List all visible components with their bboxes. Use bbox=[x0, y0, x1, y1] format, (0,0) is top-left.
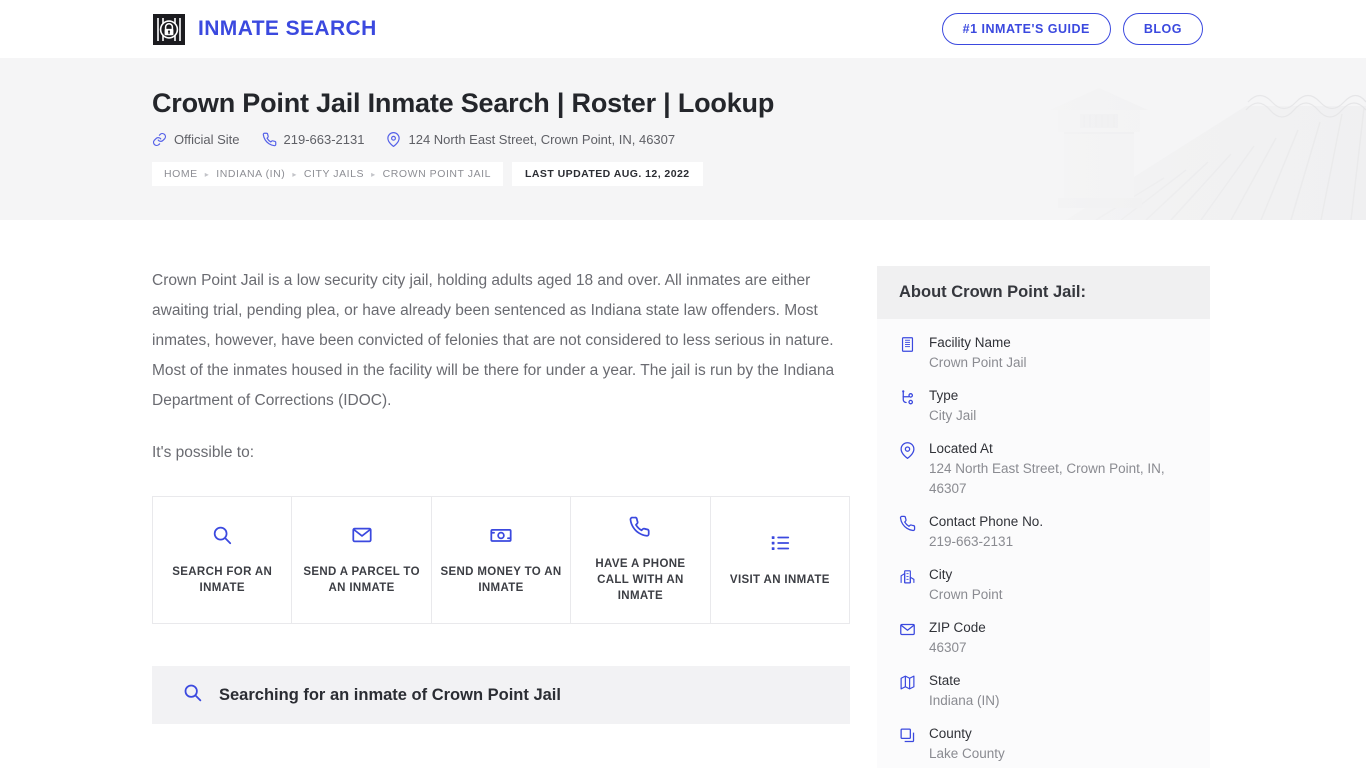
brand-logo[interactable]: INMATE SEARCH bbox=[152, 13, 377, 46]
content-area: Crown Point Jail is a low security city … bbox=[0, 220, 1366, 768]
phone-call-icon bbox=[629, 516, 651, 543]
blog-button[interactable]: BLOG bbox=[1122, 12, 1203, 46]
sidebar-label: City bbox=[929, 567, 953, 582]
action-label: VISIT AN INMATE bbox=[729, 574, 830, 586]
sidebar-value: 219-663-2131 bbox=[929, 534, 1014, 549]
page-title: Crown Point Jail Inmate Search | Roster … bbox=[152, 88, 775, 118]
hero-address: 124 North East Street, Crown Point, IN, … bbox=[386, 132, 675, 147]
phone-icon bbox=[262, 132, 277, 147]
search-icon bbox=[182, 682, 203, 708]
breadcrumb-item-crown-point-jail: CROWN POINT JAIL bbox=[382, 168, 492, 181]
sidebar-label: Located At bbox=[929, 441, 993, 456]
building-icon bbox=[899, 333, 917, 373]
action-phone-call[interactable]: HAVE A PHONE CALL WITH AN INMATE bbox=[571, 497, 711, 623]
action-label: HAVE A PHONE CALL WITH AN INMATE bbox=[595, 558, 686, 602]
action-visit-an-inmate[interactable]: VISIT AN INMATE bbox=[711, 497, 849, 623]
header-actions: #1 INMATE'S GUIDE BLOG bbox=[941, 12, 1203, 46]
sidebar-title: About Crown Point Jail: bbox=[877, 266, 1210, 319]
inmates-guide-button[interactable]: #1 INMATE'S GUIDE bbox=[941, 12, 1111, 46]
sidebar-label: County bbox=[929, 726, 972, 741]
chevron-right-icon: ▸ bbox=[292, 169, 297, 179]
hero-address-label: 124 North East Street, Crown Point, IN, … bbox=[408, 132, 676, 148]
envelope-icon bbox=[899, 618, 917, 658]
sidebar-row-city: City Crown Point bbox=[899, 565, 1188, 605]
action-search-for-an-inmate[interactable]: SEARCH FOR AN INMATE bbox=[153, 497, 293, 623]
sidebar-rows: Facility Name Crown Point Jail Type City… bbox=[877, 319, 1210, 768]
brand-name: INMATE SEARCH bbox=[198, 17, 377, 40]
envelope-icon bbox=[351, 524, 373, 551]
sidebar-row-state: State Indiana (IN) bbox=[899, 671, 1188, 711]
sidebar-value: 46307 bbox=[929, 640, 967, 655]
main-column: Crown Point Jail is a low security city … bbox=[152, 266, 850, 724]
location-pin-icon bbox=[899, 439, 917, 499]
sidebar-label: State bbox=[929, 673, 961, 688]
action-label: SEND A PARCEL TO AN INMATE bbox=[303, 566, 420, 594]
breadcrumb-row: HOME ▸ INDIANA (IN) ▸ CITY JAILS ▸ CROWN… bbox=[152, 162, 1366, 187]
last-updated-badge: LAST UPDATED AUG. 12, 2022 bbox=[512, 162, 703, 187]
sidebar-label: Facility Name bbox=[929, 335, 1011, 350]
jail-lock-icon bbox=[152, 13, 186, 46]
sidebar-value: Crown Point bbox=[929, 587, 1003, 602]
sitemap-icon bbox=[899, 386, 917, 426]
banknote-icon bbox=[489, 524, 513, 551]
sidebar-row-located-at: Located At 124 North East Street, Crown … bbox=[899, 439, 1188, 499]
sidebar-value: Lake County bbox=[929, 746, 1005, 761]
search-icon bbox=[211, 524, 233, 551]
action-grid: SEARCH FOR AN INMATE SEND A PARCEL TO AN… bbox=[152, 496, 850, 624]
chevron-right-icon: ▸ bbox=[204, 169, 210, 179]
search-banner-text: Searching for an inmate of Crown Point J… bbox=[219, 685, 561, 704]
sidebar-row-facility-name: Facility Name Crown Point Jail bbox=[899, 333, 1188, 373]
possible-to-label: It's possible to: bbox=[152, 444, 255, 461]
sidebar-value: City Jail bbox=[929, 408, 977, 423]
action-label: SEND MONEY TO AN INMATE bbox=[440, 566, 562, 594]
city-icon bbox=[899, 565, 917, 605]
hero-section: Crown Point Jail Inmate Search | Roster … bbox=[0, 58, 1366, 220]
map-icon bbox=[899, 671, 917, 711]
sidebar-value: 124 North East Street, Crown Point, IN, … bbox=[929, 461, 1165, 496]
official-site-link[interactable]: Official Site bbox=[152, 132, 240, 147]
sidebar-row-county: County Lake County bbox=[899, 724, 1188, 764]
breadcrumb-item-home[interactable]: HOME bbox=[164, 168, 198, 180]
sidebar-value: Crown Point Jail bbox=[929, 355, 1027, 370]
about-sidebar: About Crown Point Jail: Facility Name Cr… bbox=[877, 266, 1210, 768]
site-header: INMATE SEARCH #1 INMATE'S GUIDE BLOG bbox=[0, 0, 1366, 58]
sidebar-label: Contact Phone No. bbox=[929, 514, 1044, 529]
action-send-a-parcel[interactable]: SEND A PARCEL TO AN INMATE bbox=[292, 497, 432, 623]
sidebar-row-contact-phone: Contact Phone No. 219-663-2131 bbox=[899, 512, 1188, 552]
hero-meta: Official Site 219-663-2131 124 North Eas… bbox=[152, 132, 1366, 147]
action-send-money[interactable]: SEND MONEY TO AN INMATE bbox=[432, 497, 572, 623]
official-site-label: Official Site bbox=[174, 132, 240, 148]
breadcrumb: HOME ▸ INDIANA (IN) ▸ CITY JAILS ▸ CROWN… bbox=[152, 162, 504, 187]
sidebar-row-type: Type City Jail bbox=[899, 386, 1188, 426]
hero-phone[interactable]: 219-663-2131 bbox=[262, 132, 365, 148]
intro-paragraph: Crown Point Jail is a low security city … bbox=[152, 272, 835, 409]
sidebar-label: Type bbox=[929, 388, 959, 403]
list-icon bbox=[769, 532, 791, 559]
breadcrumb-item-indiana[interactable]: INDIANA (IN) bbox=[216, 168, 285, 180]
chevron-right-icon: ▸ bbox=[371, 169, 376, 179]
link-icon bbox=[152, 132, 167, 147]
search-banner[interactable]: Searching for an inmate of Crown Point J… bbox=[152, 666, 850, 724]
breadcrumb-item-city-jails[interactable]: CITY JAILS bbox=[304, 168, 364, 180]
sidebar-row-zip-code: ZIP Code 46307 bbox=[899, 618, 1188, 658]
phone-icon bbox=[899, 512, 917, 552]
sidebar-label: ZIP Code bbox=[929, 620, 986, 635]
action-label: SEARCH FOR AN INMATE bbox=[172, 566, 273, 594]
sidebar-value: Indiana (IN) bbox=[929, 693, 1000, 708]
hero-phone-label: 219-663-2131 bbox=[283, 132, 365, 148]
page-root: INMATE SEARCH #1 INMATE'S GUIDE BLOG Cro… bbox=[0, 0, 1366, 768]
copy-icon bbox=[899, 724, 917, 764]
location-pin-icon bbox=[386, 132, 401, 148]
